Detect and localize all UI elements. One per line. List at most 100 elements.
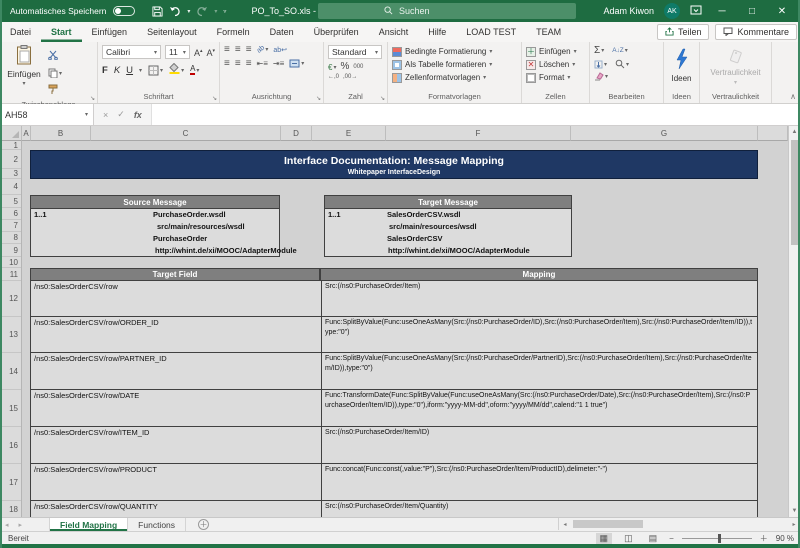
font-color-icon[interactable]: A ▾ xyxy=(190,65,199,75)
format-cells-button[interactable]: Format ▾ xyxy=(526,71,585,84)
row-number[interactable]: 18 xyxy=(0,501,21,517)
tab-start[interactable]: Start xyxy=(41,22,82,42)
currency-icon[interactable]: € ▾ xyxy=(328,63,336,72)
tab-einfuegen[interactable]: Einfügen xyxy=(82,22,138,42)
column-header-g[interactable]: G xyxy=(571,126,758,141)
tab-scroll-left-icon[interactable]: ◂ xyxy=(0,518,14,531)
mapping-cell[interactable]: Func:SplitByValue(Func:useOneAsMany(Src:… xyxy=(321,353,757,389)
increase-indent-icon[interactable]: ⇥≡ xyxy=(273,59,284,68)
clear-icon[interactable]: ▾ xyxy=(594,72,608,81)
ribbon-display-options-icon[interactable] xyxy=(690,5,702,17)
sheet-tab-functions[interactable]: Functions xyxy=(128,518,187,531)
column-header-f[interactable]: F xyxy=(386,126,571,141)
fx-icon[interactable]: fx xyxy=(134,110,142,120)
enter-icon[interactable]: ✓ xyxy=(117,109,125,120)
align-center-icon[interactable]: ≡ xyxy=(235,59,241,69)
tab-scroll-right-icon[interactable]: ▸ xyxy=(14,518,28,531)
save-icon[interactable] xyxy=(152,5,163,17)
zoom-slider-thumb[interactable] xyxy=(717,533,721,543)
target-message-block[interactable]: Target Message 1..1 SalesOrderCSV.wsdl sr… xyxy=(324,195,572,257)
fill-icon[interactable]: ▾ xyxy=(594,60,607,69)
maximize-button[interactable]: □ xyxy=(742,6,762,17)
borders-icon[interactable]: ▾ xyxy=(148,65,163,76)
row-number[interactable]: 6 xyxy=(0,208,21,220)
row-number[interactable]: 17 xyxy=(0,464,21,501)
h-scrollbar-thumb[interactable] xyxy=(573,520,643,528)
mapping-cell[interactable]: Src:(/ns0:PurchaseOrder/Item/Quantity) xyxy=(321,501,757,517)
column-header-a[interactable]: A xyxy=(22,126,31,141)
target-field-cell[interactable]: /ns0:SalesOrderCSV/row/PRODUCT xyxy=(31,464,321,500)
row-number[interactable]: 10 xyxy=(0,257,21,268)
conditional-formatting-button[interactable]: Bedingte Formatierung ▾ xyxy=(392,45,517,58)
row-number[interactable]: 7 xyxy=(0,220,21,232)
row-number[interactable]: 8 xyxy=(0,232,21,244)
view-normal-button[interactable]: ▦ xyxy=(595,532,613,544)
row-number[interactable]: 4 xyxy=(0,179,21,195)
column-header-e[interactable]: E xyxy=(312,126,386,141)
wrap-text-icon[interactable]: ab↩ xyxy=(273,46,287,54)
formula-input[interactable] xyxy=(151,104,800,125)
number-dialog-launcher-icon[interactable]: ↘ xyxy=(380,95,385,102)
target-field-cell[interactable]: /ns0:SalesOrderCSV/row/ORDER_ID xyxy=(31,317,321,352)
font-size-select[interactable]: 11 ▾ xyxy=(164,45,190,59)
share-button[interactable]: Teilen xyxy=(656,24,710,40)
minimize-button[interactable]: ─ xyxy=(712,6,732,17)
user-avatar[interactable]: AK xyxy=(664,3,680,19)
column-header-d[interactable]: D xyxy=(281,126,312,141)
redo-caret-icon[interactable]: ▾ xyxy=(214,8,217,15)
user-name[interactable]: Adam Kiwon xyxy=(603,6,654,16)
find-icon[interactable]: ▾ xyxy=(615,59,629,69)
autosave-toggle[interactable] xyxy=(113,6,136,16)
h-scrollbar[interactable]: ◂ ▸ xyxy=(558,518,800,530)
decrease-indent-icon[interactable]: ⇤≡ xyxy=(257,59,268,68)
align-top-icon[interactable]: ≡ xyxy=(224,45,230,55)
target-field-cell[interactable]: /ns0:SalesOrderCSV/row xyxy=(31,281,321,316)
sensitivity-button[interactable]: Vertraulichkeit ▾ xyxy=(710,45,761,91)
target-field-header[interactable]: Target Field xyxy=(30,268,320,281)
column-header-c[interactable]: C xyxy=(91,126,281,141)
alignment-dialog-launcher-icon[interactable]: ↘ xyxy=(316,95,321,102)
align-bottom-icon[interactable]: ≡ xyxy=(246,45,252,55)
zoom-slider[interactable] xyxy=(681,533,752,543)
paste-button[interactable]: Einfügen ▾ xyxy=(4,45,44,87)
decrease-decimal-icon[interactable]: ,00→ xyxy=(343,74,357,80)
mapping-header[interactable]: Mapping xyxy=(320,268,758,281)
sort-filter-icon[interactable]: A↓Z ▾ xyxy=(612,47,628,54)
view-page-layout-button[interactable]: ◫ xyxy=(620,533,637,544)
undo-caret-icon[interactable]: ▾ xyxy=(187,8,190,15)
comments-button[interactable]: Kommentare xyxy=(715,24,797,40)
row-number[interactable]: 3 xyxy=(0,169,21,179)
column-header-b[interactable]: B xyxy=(31,126,91,141)
zoom-in-button[interactable]: ＋ xyxy=(760,533,768,544)
name-box[interactable]: AH58 ▾ xyxy=(0,104,94,125)
increase-decimal-icon[interactable]: ←,0 xyxy=(328,74,339,80)
tab-daten[interactable]: Daten xyxy=(260,22,304,42)
copy-icon[interactable]: ▾ xyxy=(48,68,62,78)
mapping-cell[interactable]: Func:SplitByValue(Func:useOneAsMany(Src:… xyxy=(321,317,757,352)
underline-caret-icon[interactable]: ▾ xyxy=(139,67,142,74)
row-number[interactable]: 11 xyxy=(0,268,21,281)
mapping-cell[interactable]: Func:concat(Func:const(,value:"P"),Src:(… xyxy=(321,464,757,500)
tab-ueberpruefen[interactable]: Überprüfen xyxy=(304,22,369,42)
align-middle-icon[interactable]: ≡ xyxy=(235,45,241,55)
row-number[interactable]: 14 xyxy=(0,353,21,390)
font-name-select[interactable]: Calibri ▾ xyxy=(102,45,161,59)
row-number[interactable]: 16 xyxy=(0,427,21,464)
mapping-cell[interactable]: Src:(/ns0:PurchaseOrder/Item/ID) xyxy=(321,427,757,463)
row-number[interactable]: 9 xyxy=(0,244,21,257)
autosum-icon[interactable]: Σ ▾ xyxy=(594,45,604,56)
italic-button[interactable]: K xyxy=(114,65,120,76)
cell-styles-button[interactable]: Zellenformatvorlagen ▾ xyxy=(392,71,517,84)
tab-formeln[interactable]: Formeln xyxy=(207,22,260,42)
increase-font-icon[interactable]: A▴ xyxy=(194,46,203,58)
orientation-icon[interactable]: ab ▾ xyxy=(255,44,268,54)
tab-team[interactable]: TEAM xyxy=(526,22,571,42)
format-painter-icon[interactable] xyxy=(48,81,62,99)
target-field-cell[interactable]: /ns0:SalesOrderCSV/row/QUANTITY xyxy=(31,501,321,517)
undo-icon[interactable] xyxy=(169,6,181,17)
target-field-cell[interactable]: /ns0:SalesOrderCSV/row/DATE xyxy=(31,390,321,426)
zoom-out-button[interactable]: − xyxy=(669,534,674,543)
merge-center-icon[interactable]: ▾ xyxy=(289,59,304,68)
search-box[interactable]: Suchen xyxy=(318,3,576,19)
cut-icon[interactable] xyxy=(48,47,62,65)
